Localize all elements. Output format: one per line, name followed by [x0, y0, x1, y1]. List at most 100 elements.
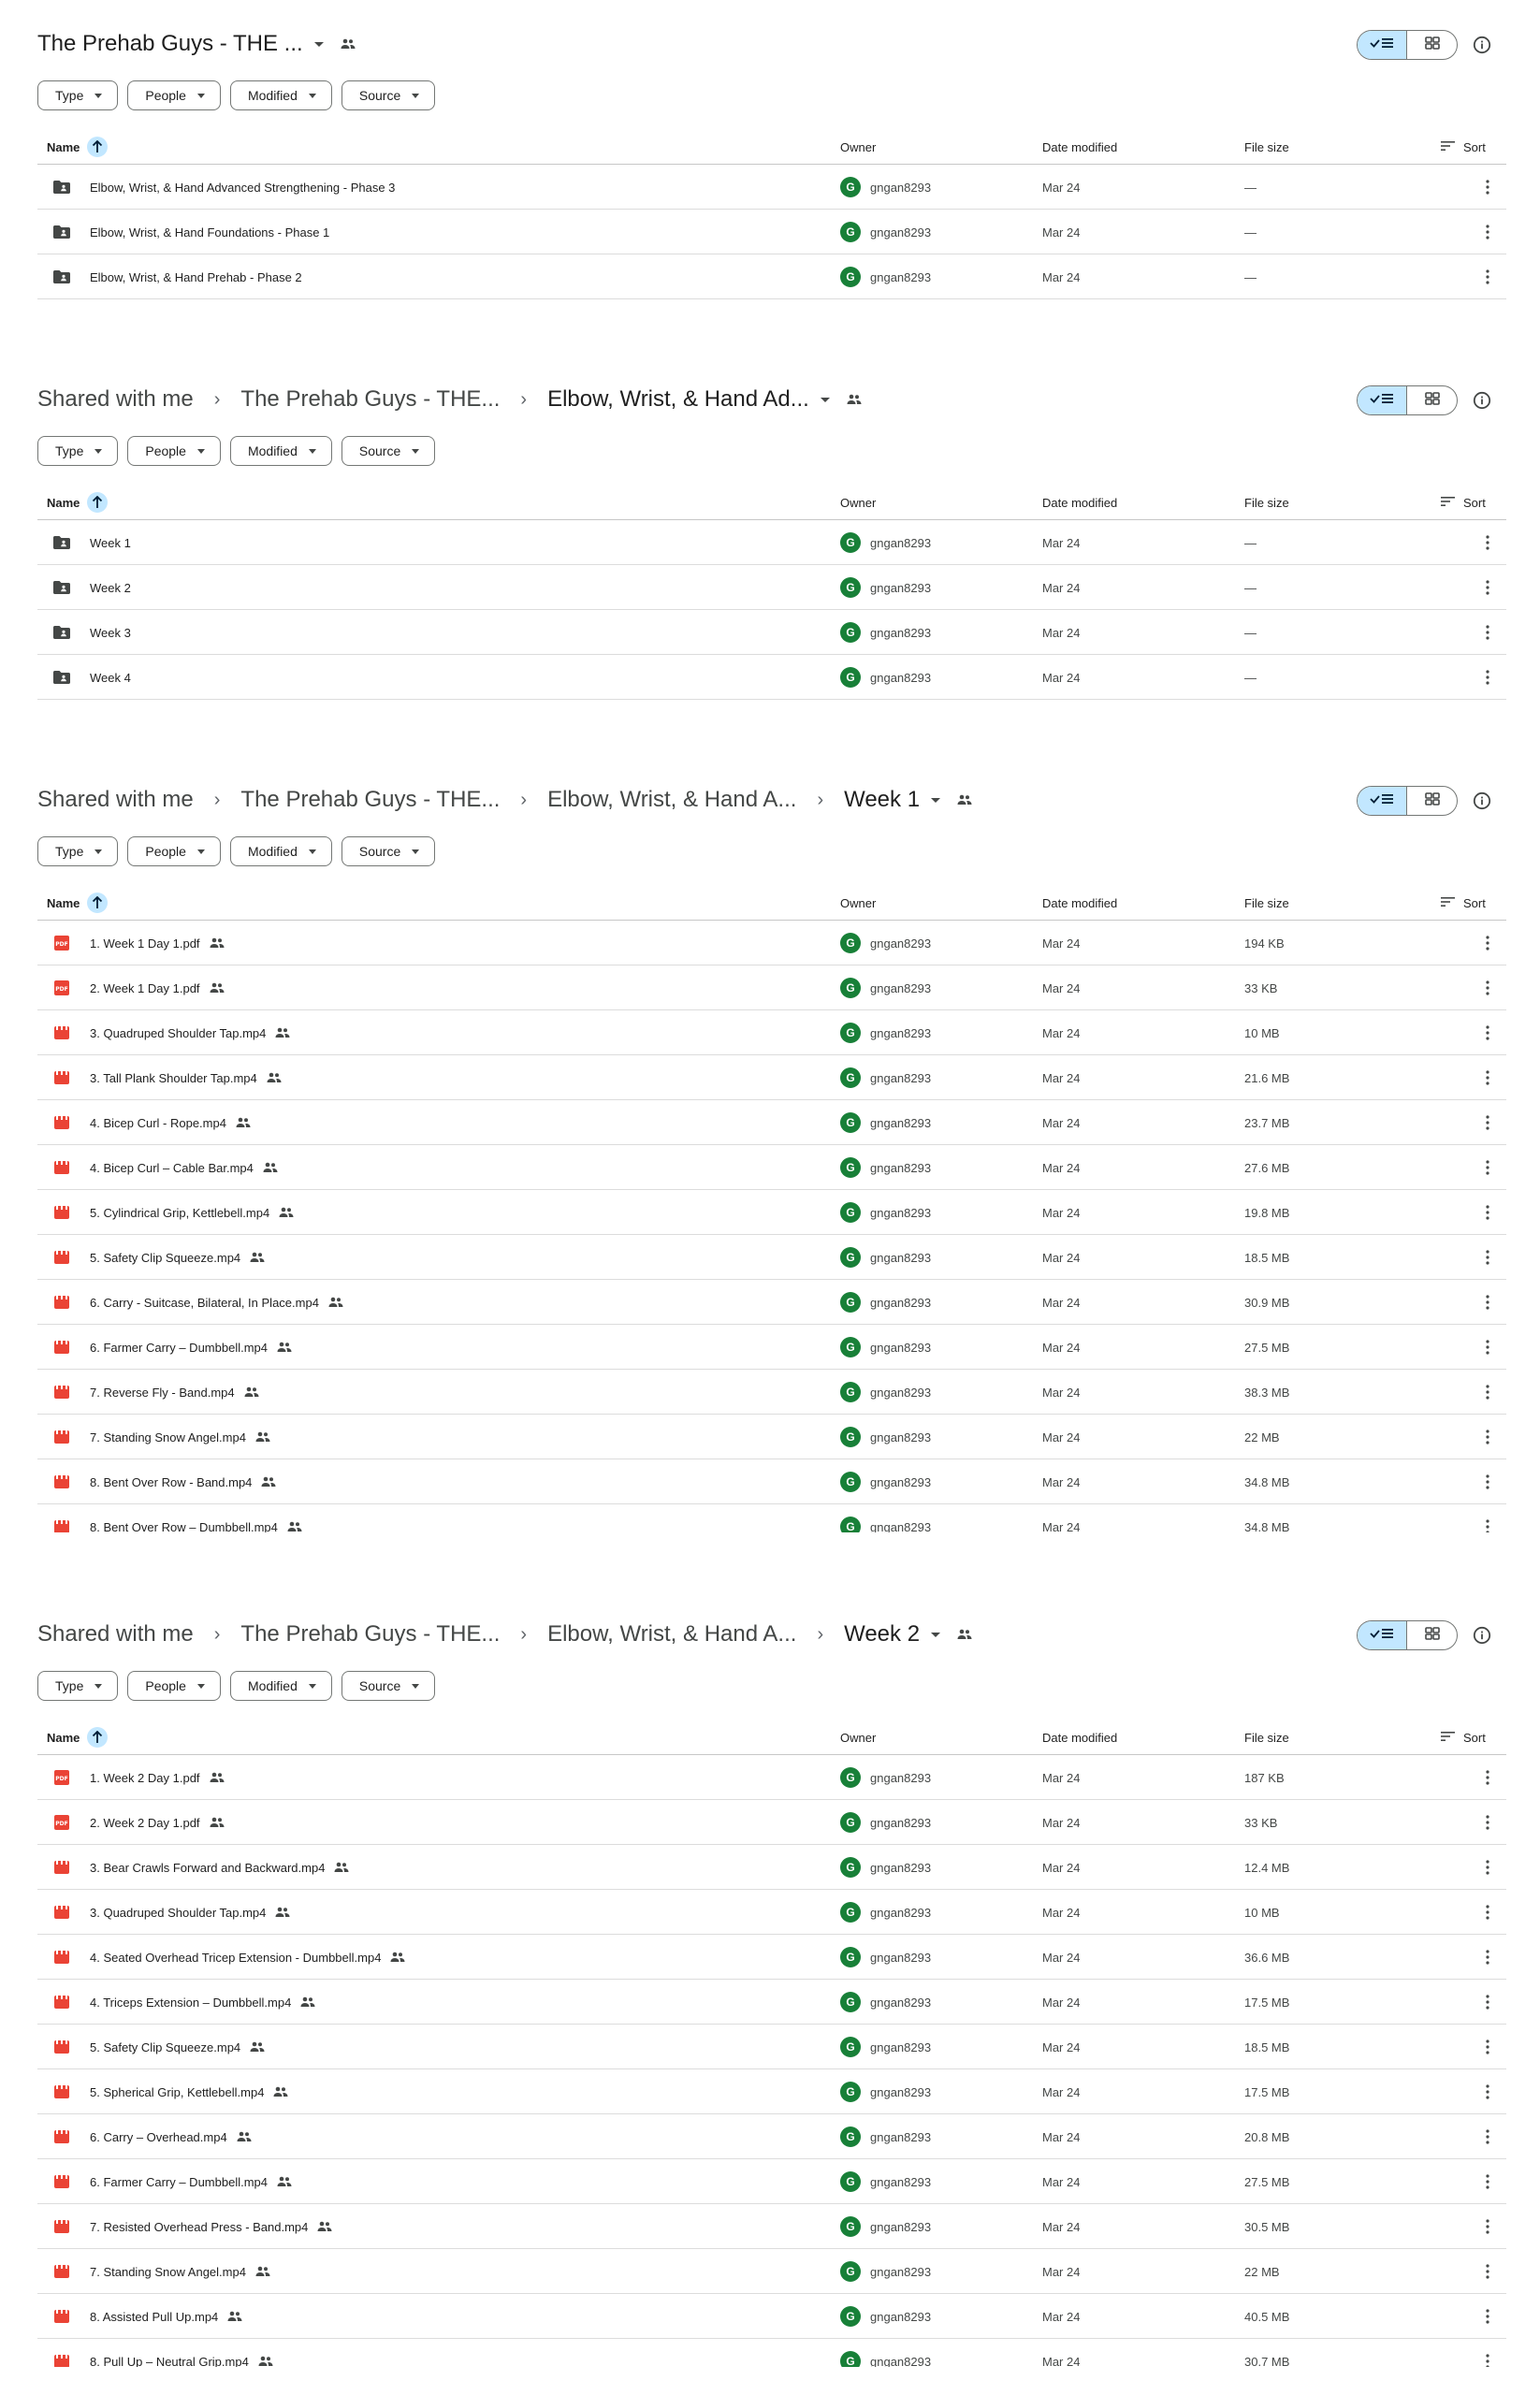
sort-button[interactable]: Sort	[1441, 129, 1486, 165]
more-vertical-icon[interactable]	[1478, 2204, 1497, 2249]
list-view-button[interactable]	[1358, 31, 1408, 59]
file-row[interactable]: 6. Farmer Carry – Dumbbell.mp4 Ggngan8293…	[37, 1325, 1506, 1370]
more-vertical-icon[interactable]	[1478, 565, 1497, 610]
more-vertical-icon[interactable]	[1478, 1280, 1497, 1325]
info-icon[interactable]	[1473, 791, 1491, 810]
more-vertical-icon[interactable]	[1478, 1415, 1497, 1459]
more-vertical-icon[interactable]	[1478, 655, 1497, 700]
file-row[interactable]: 3. Bear Crawls Forward and Backward.mp4 G…	[37, 1845, 1506, 1890]
more-vertical-icon[interactable]	[1478, 2159, 1497, 2204]
more-vertical-icon[interactable]	[1478, 210, 1497, 254]
filter-type-button[interactable]: Type	[37, 836, 119, 866]
breadcrumb-item[interactable]: Elbow, Wrist, & Hand A...	[547, 787, 796, 813]
info-icon[interactable]	[1473, 391, 1491, 410]
more-vertical-icon[interactable]	[1478, 1145, 1497, 1190]
info-icon[interactable]	[1473, 1626, 1491, 1645]
file-row[interactable]: 5. Spherical Grip, Kettlebell.mp4 Ggngan8…	[37, 2069, 1506, 2114]
breadcrumb-item[interactable]: Week 2	[844, 1621, 920, 1647]
more-vertical-icon[interactable]	[1478, 2294, 1497, 2339]
breadcrumb-item[interactable]: The Prehab Guys - THE ...	[37, 31, 303, 57]
filter-modified-button[interactable]: Modified	[229, 1671, 332, 1701]
filter-source-button[interactable]: Source	[341, 1671, 436, 1701]
breadcrumb-item[interactable]: The Prehab Guys - THE...	[240, 386, 500, 413]
file-row[interactable]: 5. Safety Clip Squeeze.mp4 Ggngan8293 Mar …	[37, 2025, 1506, 2069]
filter-modified-button[interactable]: Modified	[229, 436, 332, 466]
filter-modified-button[interactable]: Modified	[229, 836, 332, 866]
filter-source-button[interactable]: Source	[341, 80, 436, 110]
file-row[interactable]: PDF 2. Week 1 Day 1.pdf Ggngan8293 Mar 24 33…	[37, 965, 1506, 1010]
file-row[interactable]: PDF 2. Week 2 Day 1.pdf Ggngan8293 Mar 24 33…	[37, 1800, 1506, 1845]
more-vertical-icon[interactable]	[1478, 2249, 1497, 2294]
more-vertical-icon[interactable]	[1478, 1370, 1497, 1415]
more-vertical-icon[interactable]	[1478, 1459, 1497, 1504]
more-vertical-icon[interactable]	[1478, 1235, 1497, 1280]
breadcrumb-item[interactable]: Shared with me	[37, 787, 194, 813]
file-row[interactable]: Week 1 Ggngan8293 Mar 24 —	[37, 520, 1506, 565]
file-row[interactable]: PDF 1. Week 1 Day 1.pdf Ggngan8293 Mar 24 19…	[37, 921, 1506, 965]
more-vertical-icon[interactable]	[1478, 1010, 1497, 1055]
more-vertical-icon[interactable]	[1478, 1755, 1497, 1800]
arrow-up-icon[interactable]	[87, 492, 109, 513]
more-vertical-icon[interactable]	[1478, 1980, 1497, 2025]
file-row[interactable]: 4. Seated Overhead Tricep Extension - Du…	[37, 1935, 1506, 1980]
arrow-up-icon[interactable]	[87, 893, 109, 913]
file-row[interactable]: 7. Resisted Overhead Press - Band.mp4 Ggn…	[37, 2204, 1506, 2249]
column-name-header[interactable]: Name	[47, 129, 109, 165]
filter-source-button[interactable]: Source	[341, 436, 436, 466]
file-row[interactable]: Week 4 Ggngan8293 Mar 24 —	[37, 655, 1506, 700]
more-vertical-icon[interactable]	[1478, 2339, 1497, 2367]
file-row[interactable]: Week 2 Ggngan8293 Mar 24 —	[37, 565, 1506, 610]
grid-view-button[interactable]	[1407, 31, 1457, 59]
sort-button[interactable]: Sort	[1441, 485, 1486, 520]
sort-button[interactable]: Sort	[1441, 1720, 1486, 1755]
filter-type-button[interactable]: Type	[37, 80, 119, 110]
filter-people-button[interactable]: People	[127, 836, 221, 866]
filter-type-button[interactable]: Type	[37, 436, 119, 466]
file-row[interactable]: Elbow, Wrist, & Hand Prehab - Phase 2 Ggn…	[37, 254, 1506, 299]
breadcrumb-item[interactable]: Elbow, Wrist, & Hand Ad...	[547, 386, 809, 413]
file-row[interactable]: PDF 1. Week 2 Day 1.pdf Ggngan8293 Mar 24 18…	[37, 1755, 1506, 1800]
grid-view-button[interactable]	[1407, 386, 1457, 414]
breadcrumb-item[interactable]: Week 1	[844, 787, 920, 813]
more-vertical-icon[interactable]	[1478, 1890, 1497, 1935]
info-icon[interactable]	[1473, 36, 1491, 54]
filter-people-button[interactable]: People	[127, 80, 221, 110]
list-view-button[interactable]	[1358, 386, 1408, 414]
column-name-header[interactable]: Name	[47, 885, 109, 921]
file-row[interactable]: 6. Farmer Carry – Dumbbell.mp4 Ggngan8293…	[37, 2159, 1506, 2204]
more-vertical-icon[interactable]	[1478, 165, 1497, 210]
file-row[interactable]: 3. Quadruped Shoulder Tap.mp4 Ggngan8293 M…	[37, 1010, 1506, 1055]
folder-menu-caret-icon[interactable]	[820, 397, 830, 402]
file-row[interactable]: Week 3 Ggngan8293 Mar 24 —	[37, 610, 1506, 655]
more-vertical-icon[interactable]	[1478, 1325, 1497, 1370]
more-vertical-icon[interactable]	[1478, 2025, 1497, 2069]
more-vertical-icon[interactable]	[1478, 1845, 1497, 1890]
more-vertical-icon[interactable]	[1478, 1935, 1497, 1980]
grid-view-button[interactable]	[1407, 787, 1457, 815]
more-vertical-icon[interactable]	[1478, 2114, 1497, 2159]
file-row[interactable]: 6. Carry – Overhead.mp4 Ggngan8293 Mar 24 2…	[37, 2114, 1506, 2159]
file-row[interactable]: 7. Standing Snow Angel.mp4 Ggngan8293 Mar …	[37, 2249, 1506, 2294]
more-vertical-icon[interactable]	[1478, 965, 1497, 1010]
sort-button[interactable]: Sort	[1441, 885, 1486, 921]
breadcrumb-item[interactable]: Shared with me	[37, 1621, 194, 1647]
column-name-header[interactable]: Name	[47, 485, 109, 520]
list-view-button[interactable]	[1358, 787, 1408, 815]
file-row[interactable]: 8. Pull Up – Neutral Grip.mp4 Ggngan8293 M…	[37, 2339, 1506, 2367]
filter-modified-button[interactable]: Modified	[229, 80, 332, 110]
more-vertical-icon[interactable]	[1478, 921, 1497, 965]
breadcrumb-item[interactable]: Elbow, Wrist, & Hand A...	[547, 1621, 796, 1647]
folder-menu-caret-icon[interactable]	[931, 797, 941, 803]
grid-view-button[interactable]	[1407, 1621, 1457, 1649]
filter-type-button[interactable]: Type	[37, 1671, 119, 1701]
more-vertical-icon[interactable]	[1478, 1800, 1497, 1845]
file-row[interactable]: 5. Safety Clip Squeeze.mp4 Ggngan8293 Mar …	[37, 1235, 1506, 1280]
more-vertical-icon[interactable]	[1478, 520, 1497, 565]
folder-menu-caret-icon[interactable]	[313, 41, 324, 47]
file-row[interactable]: 7. Standing Snow Angel.mp4 Ggngan8293 Mar …	[37, 1415, 1506, 1459]
file-row[interactable]: 8. Bent Over Row - Band.mp4 Ggngan8293 Mar…	[37, 1459, 1506, 1504]
column-name-header[interactable]: Name	[47, 1720, 109, 1755]
more-vertical-icon[interactable]	[1478, 1055, 1497, 1100]
more-vertical-icon[interactable]	[1478, 1100, 1497, 1145]
more-vertical-icon[interactable]	[1478, 1504, 1497, 1532]
